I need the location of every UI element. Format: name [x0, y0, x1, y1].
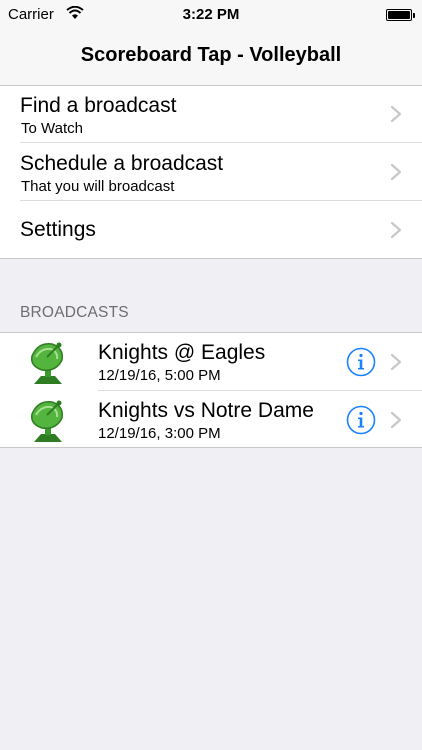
menu-item-schedule-broadcast[interactable]: Schedule a broadcast That you will broad…	[0, 144, 422, 201]
clock: 3:22 PM	[182, 6, 240, 23]
info-icon[interactable]	[346, 405, 376, 435]
row-divider	[20, 200, 422, 201]
section-header-broadcasts: BROADCASTS	[20, 304, 129, 321]
menu-item-title: Settings	[20, 218, 96, 241]
broadcast-row[interactable]: Knights vs Notre Dame 12/19/16, 3:00 PM	[0, 391, 422, 449]
menu-item-settings[interactable]: Settings	[0, 202, 422, 259]
menu-item-find-broadcast[interactable]: Find a broadcast To Watch	[0, 86, 422, 143]
broadcast-datetime: 12/19/16, 5:00 PM	[98, 367, 221, 384]
chevron-right-icon	[390, 105, 402, 123]
menu-item-title: Find a broadcast	[20, 94, 177, 117]
chevron-right-icon	[390, 411, 402, 429]
battery-level	[388, 11, 410, 19]
broadcast-datetime: 12/19/16, 3:00 PM	[98, 425, 221, 442]
row-divider	[20, 142, 422, 143]
broadcast-row[interactable]: Knights @ Eagles 12/19/16, 5:00 PM	[0, 333, 422, 391]
info-icon[interactable]	[346, 347, 376, 377]
satellite-dish-icon	[30, 341, 64, 385]
app-screen: Carrier 3:22 PM Scoreboard Tap - Volleyb…	[0, 0, 422, 750]
menu-item-subtitle: That you will broadcast	[21, 178, 175, 195]
chevron-right-icon	[390, 221, 402, 239]
broadcast-list: Knights @ Eagles 12/19/16, 5:00 PM Knigh…	[0, 332, 422, 448]
menu-item-title: Schedule a broadcast	[20, 152, 224, 175]
battery-icon	[386, 9, 415, 21]
broadcast-title: Knights @ Eagles	[98, 341, 266, 364]
chevron-right-icon	[390, 353, 402, 371]
satellite-dish-icon	[30, 399, 64, 443]
broadcast-title: Knights vs Notre Dame	[98, 399, 314, 422]
menu-item-subtitle: To Watch	[21, 120, 83, 137]
main-menu: Find a broadcast To Watch Schedule a bro…	[0, 86, 422, 259]
page-title: Scoreboard Tap - Volleyball	[80, 44, 342, 66]
navigation-bar: Carrier 3:22 PM Scoreboard Tap - Volleyb…	[0, 0, 422, 86]
chevron-right-icon	[390, 163, 402, 181]
status-bar: Carrier 3:22 PM	[0, 0, 422, 28]
